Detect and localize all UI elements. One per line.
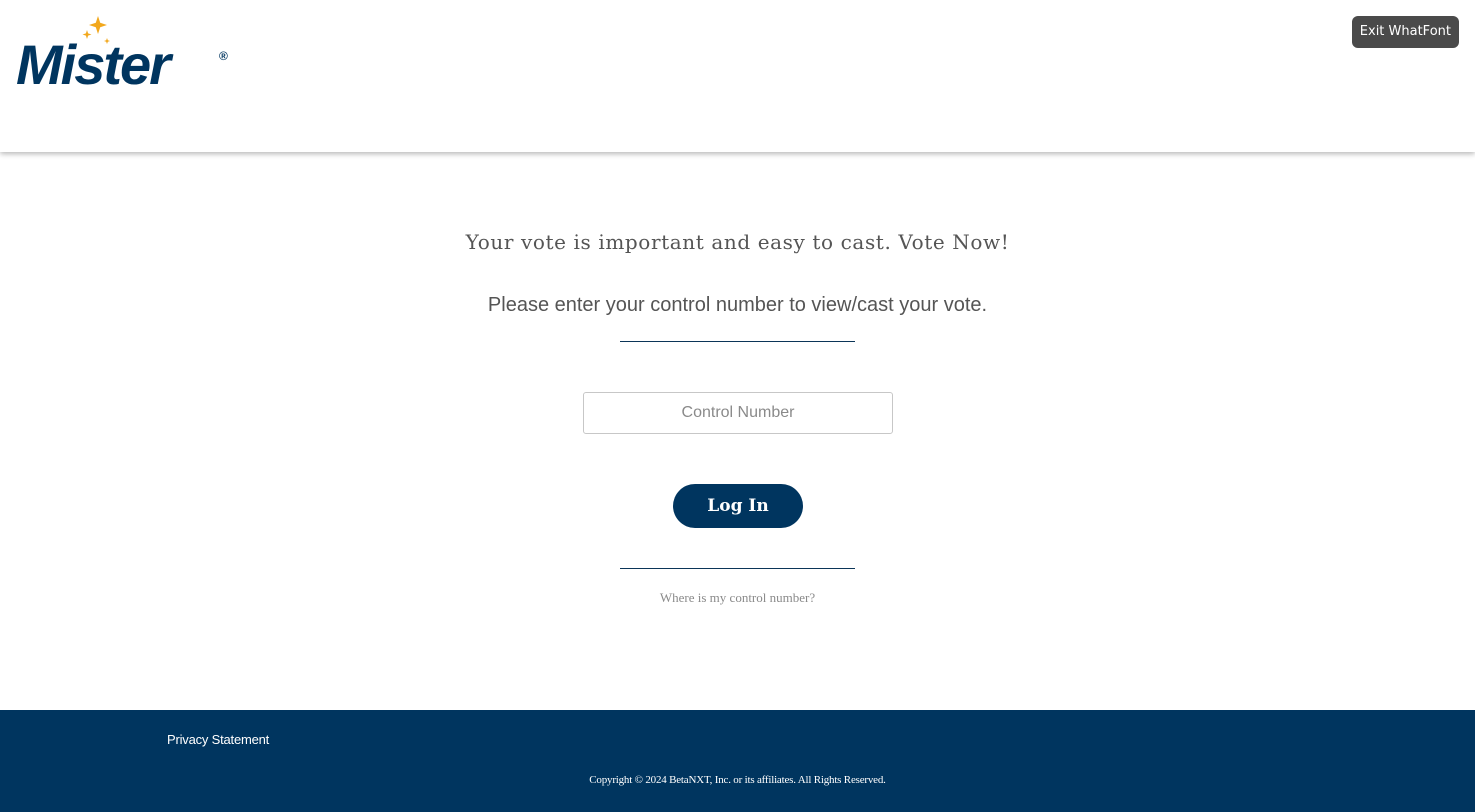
privacy-statement-link[interactable]: Privacy Statement <box>167 732 269 747</box>
control-number-input[interactable] <box>583 392 893 434</box>
page-headline: Your vote is important and easy to cast.… <box>465 230 1010 254</box>
exit-whatfont-button[interactable]: Exit WhatFont <box>1351 16 1459 48</box>
site-footer: Privacy Statement Copyright © 2024 BetaN… <box>0 710 1475 812</box>
login-panel: Your vote is important and easy to cast.… <box>0 152 1475 710</box>
instruction-text: Please enter your control number to view… <box>487 294 988 316</box>
control-number-help-link[interactable]: Where is my control number? <box>660 590 815 605</box>
copyright-text: Copyright © 2024 BetaNXT, Inc. or its af… <box>589 774 886 786</box>
logo-text: Mister <box>16 33 174 92</box>
login-button[interactable]: Log In <box>673 484 803 528</box>
divider-bottom <box>620 568 855 569</box>
help-link-container: Where is my control number? <box>0 590 1475 606</box>
site-header: Mister ® Exit WhatFont <box>0 0 1475 152</box>
mister-logo: Mister ® <box>16 16 228 92</box>
registered-mark: ® <box>219 49 228 63</box>
divider-top <box>620 341 855 342</box>
